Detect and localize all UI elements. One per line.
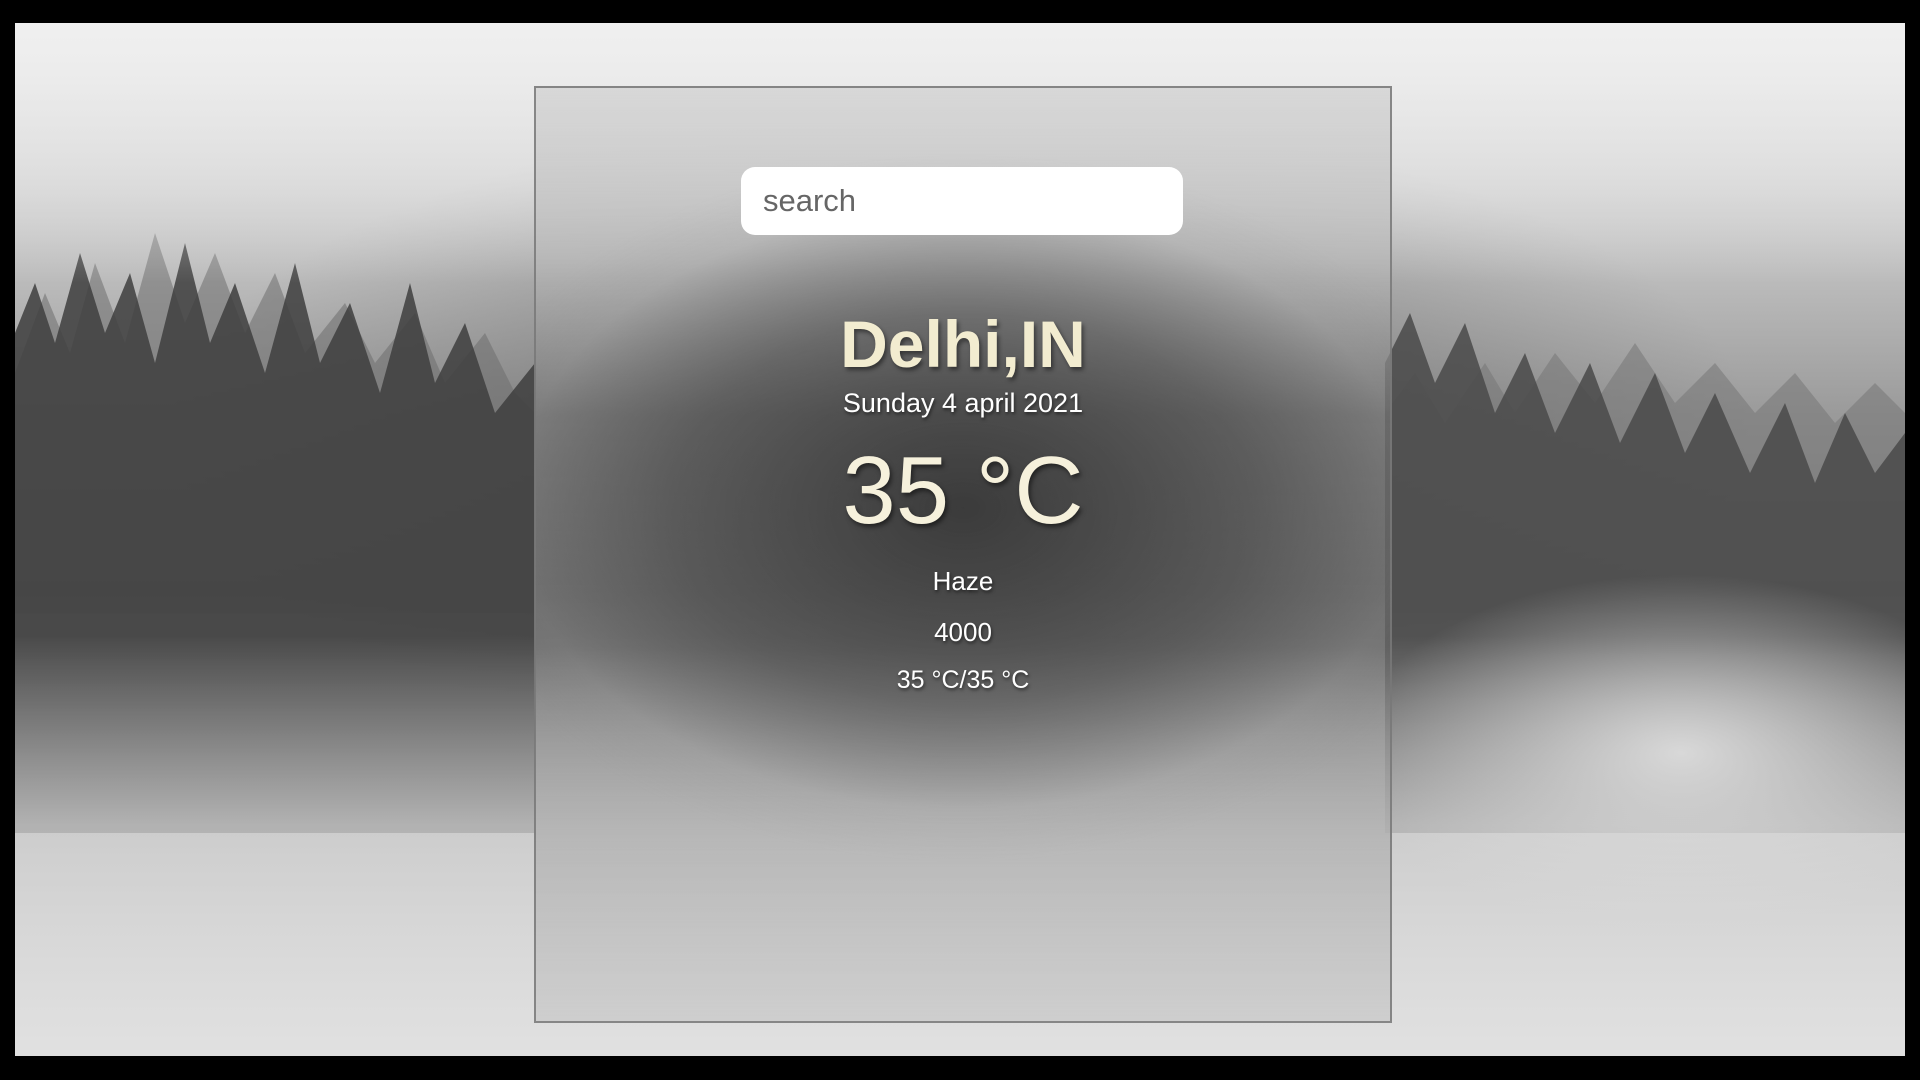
- weather-card: Delhi,IN Sunday 4 april 2021 35 °C Haze …: [534, 86, 1392, 1023]
- current-date: Sunday 4 april 2021: [842, 388, 1084, 418]
- location-title: Delhi,IN: [840, 307, 1086, 381]
- weather-condition: Haze: [932, 566, 994, 596]
- temperature-range: 35 °C/35 °C: [896, 666, 1030, 694]
- fog-overlay-right: [1345, 573, 1905, 933]
- current-temperature: 35 °C: [842, 437, 1084, 544]
- search-input[interactable]: [741, 167, 1183, 235]
- visibility-value: 4000: [934, 617, 992, 647]
- app-screen: Delhi,IN Sunday 4 april 2021 35 °C Haze …: [15, 23, 1905, 1056]
